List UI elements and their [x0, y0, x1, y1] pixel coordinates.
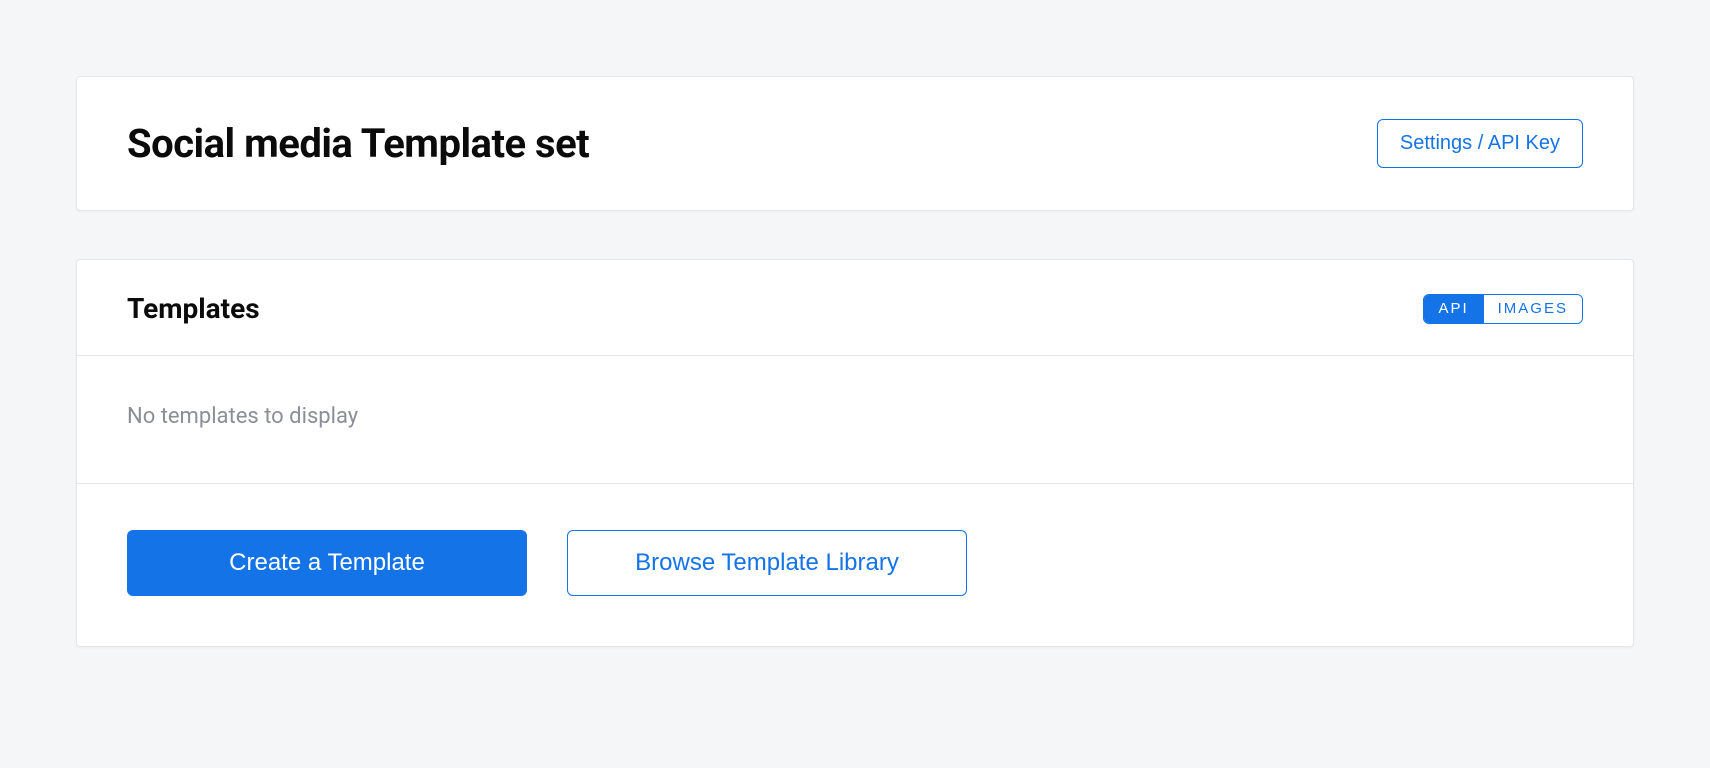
templates-header: Templates API IMAGES	[77, 260, 1633, 356]
templates-actions-row: Create a Template Browse Template Librar…	[77, 484, 1633, 646]
toggle-images-button[interactable]: IMAGES	[1484, 295, 1582, 323]
header-card: Social media Template set Settings / API…	[76, 76, 1634, 211]
page-container: Social media Template set Settings / API…	[0, 0, 1710, 647]
templates-empty-row: No templates to display	[77, 356, 1633, 484]
templates-section-title: Templates	[127, 292, 260, 325]
templates-empty-message: No templates to display	[127, 404, 1583, 429]
templates-card: Templates API IMAGES No templates to dis…	[76, 259, 1634, 647]
toggle-api-button[interactable]: API	[1424, 295, 1483, 323]
view-toggle-group: API IMAGES	[1423, 294, 1583, 324]
page-title: Social media Template set	[127, 120, 589, 167]
browse-template-library-button[interactable]: Browse Template Library	[567, 530, 967, 596]
create-template-button[interactable]: Create a Template	[127, 530, 527, 596]
settings-api-key-button[interactable]: Settings / API Key	[1377, 119, 1583, 168]
